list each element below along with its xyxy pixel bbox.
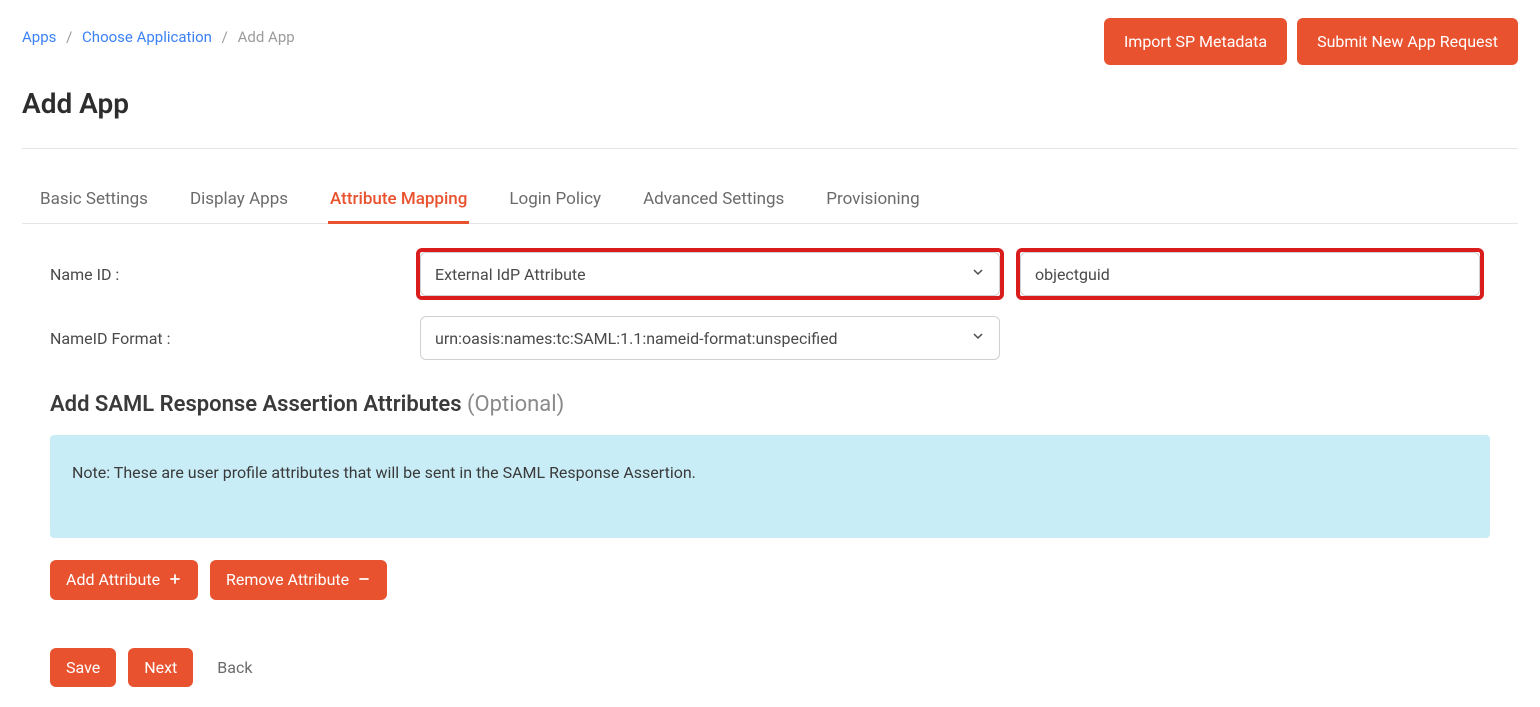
name-id-input[interactable] [1020, 252, 1480, 296]
divider [22, 148, 1518, 149]
remove-attribute-label: Remove Attribute [226, 570, 349, 589]
breadcrumb-choose-application[interactable]: Choose Application [82, 28, 212, 46]
tab-basic-settings[interactable]: Basic Settings [38, 179, 150, 224]
name-id-select-value: External IdP Attribute [420, 252, 1000, 296]
breadcrumb-separator: / [66, 28, 72, 46]
tab-advanced-settings[interactable]: Advanced Settings [641, 179, 786, 224]
plus-icon [168, 571, 182, 590]
saml-heading-text: Add SAML Response Assertion Attributes [50, 392, 462, 417]
name-id-label: Name ID : [50, 265, 420, 284]
nameid-format-select-value: urn:oasis:names:tc:SAML:1.1:nameid-forma… [420, 316, 1000, 360]
page-title: Add App [22, 87, 1518, 120]
tab-display-apps[interactable]: Display Apps [188, 179, 290, 224]
tabs: Basic Settings Display Apps Attribute Ma… [22, 179, 1518, 224]
saml-section-heading: Add SAML Response Assertion Attributes (… [50, 392, 1490, 417]
name-id-input-wrap [1020, 252, 1480, 296]
note-text: Note: These are user profile attributes … [72, 463, 696, 482]
add-attribute-label: Add Attribute [66, 570, 160, 589]
breadcrumb-apps[interactable]: Apps [22, 28, 56, 46]
add-attribute-button[interactable]: Add Attribute [50, 560, 198, 600]
nameid-format-label: NameID Format : [50, 329, 420, 348]
tab-login-policy[interactable]: Login Policy [507, 179, 603, 224]
remove-attribute-button[interactable]: Remove Attribute [210, 560, 387, 600]
import-sp-metadata-button[interactable]: Import SP Metadata [1104, 18, 1287, 65]
minus-icon [357, 571, 371, 590]
back-link[interactable]: Back [217, 658, 252, 677]
nameid-format-select[interactable]: urn:oasis:names:tc:SAML:1.1:nameid-forma… [420, 316, 1000, 360]
saml-heading-optional: (Optional) [467, 392, 564, 417]
breadcrumb-separator: / [222, 28, 228, 46]
note-box: Note: These are user profile attributes … [50, 435, 1490, 538]
save-button[interactable]: Save [50, 648, 116, 687]
next-button[interactable]: Next [128, 648, 193, 687]
submit-new-app-request-button[interactable]: Submit New App Request [1297, 18, 1518, 65]
name-id-select[interactable]: External IdP Attribute [420, 252, 1000, 296]
tab-attribute-mapping[interactable]: Attribute Mapping [328, 179, 469, 224]
breadcrumb-current: Add App [238, 28, 295, 46]
tab-provisioning[interactable]: Provisioning [824, 179, 921, 224]
breadcrumb: Apps / Choose Application / Add App [22, 18, 295, 46]
